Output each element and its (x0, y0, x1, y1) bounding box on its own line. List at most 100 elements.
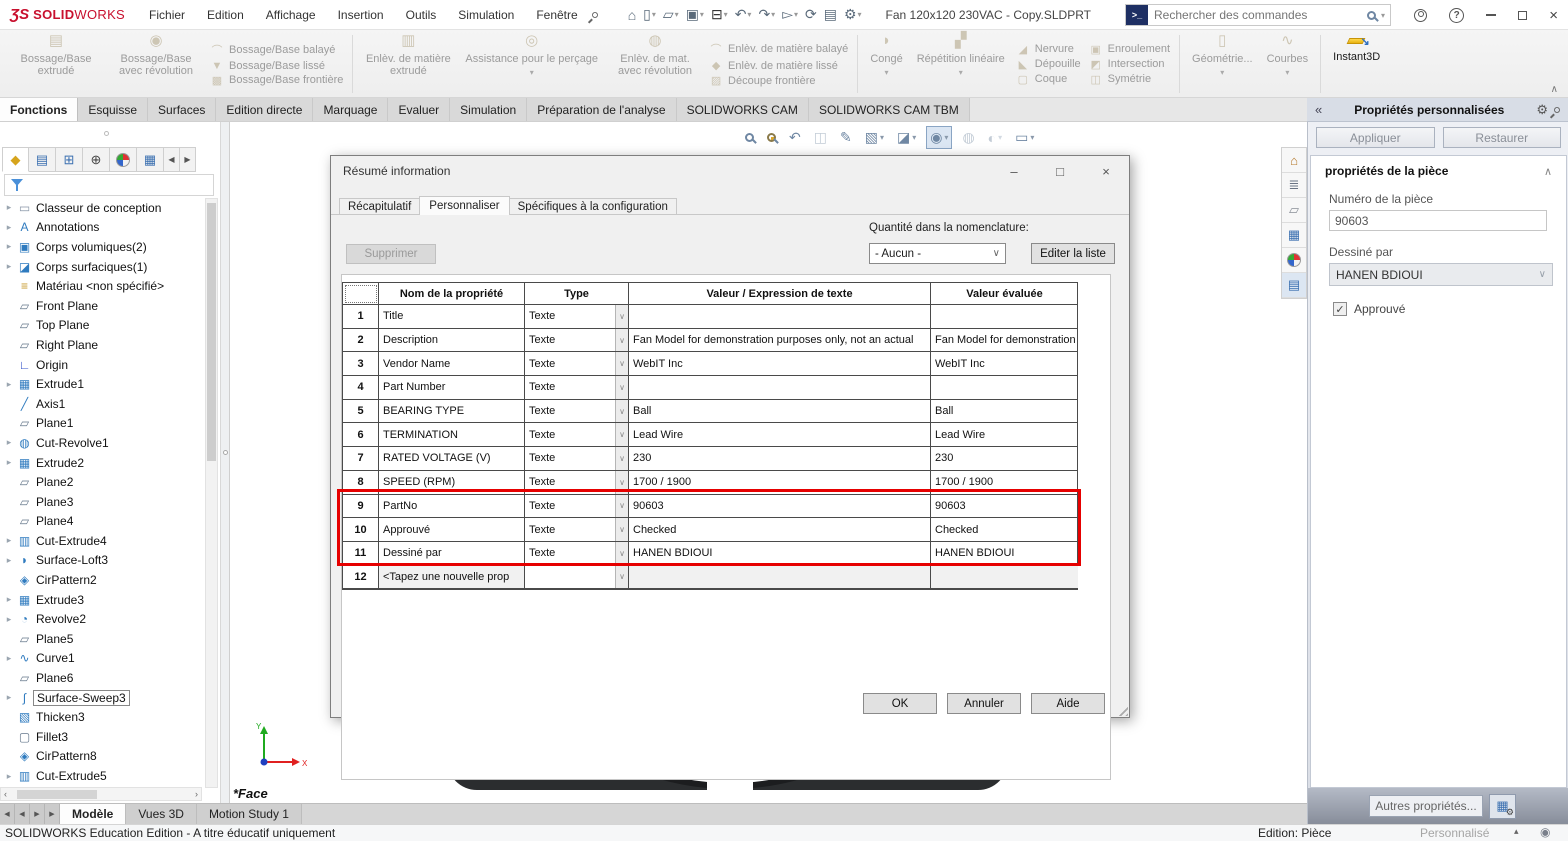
property-value-cell[interactable] (629, 565, 931, 590)
revolved-boss-button[interactable]: ◉ Bossage/Base avec révolution (106, 33, 206, 95)
row-number[interactable]: 4 (343, 376, 379, 400)
command-tab[interactable]: Préparation de l'analyse (527, 98, 677, 121)
print-button[interactable]: ⊟ ▾ (709, 5, 730, 24)
menu-item[interactable]: Edition (207, 8, 244, 22)
feature-tree-item[interactable]: ▱ Plane5 (2, 629, 202, 649)
next-tab-button[interactable]: ▶ (30, 804, 45, 824)
feature-manager-tab[interactable]: ◆ (2, 147, 29, 172)
save-button[interactable]: ▣ ▾ (684, 5, 706, 24)
account-icon[interactable] (1414, 8, 1428, 22)
type-dropdown-icon[interactable]: ∨ (615, 518, 628, 541)
property-value-cell[interactable] (629, 376, 931, 400)
feature-tree-item[interactable]: ▸ ▥ Cut-Extrude5 (2, 766, 202, 786)
command-tab[interactable]: Esquisse (78, 98, 149, 121)
lofted-boss-button[interactable]: ▼ Bossage/Base lissé (210, 60, 343, 72)
dropdown-icon[interactable]: ▾ (1285, 67, 1289, 79)
open-document-button[interactable]: ▱ ▾ (661, 5, 681, 24)
row-number[interactable]: 12 (343, 565, 379, 590)
feature-tree-item[interactable]: ▸ ◗ Surface-Loft3 (2, 551, 202, 571)
curves-button[interactable]: ∿ Courbes ▾ (1260, 33, 1316, 95)
expand-arrow-icon[interactable]: ▸ (2, 771, 16, 782)
feature-tree-item[interactable]: ▸ ▦ Extrude1 (2, 374, 202, 394)
property-value-cell[interactable]: WebIT Inc (629, 352, 931, 377)
property-value-cell[interactable]: Fan Model for demonstration purposes onl… (629, 328, 931, 353)
options-button[interactable]: ⚙ ▾ (842, 5, 864, 24)
gear-icon[interactable]: ⚙ (1536, 102, 1548, 118)
design-library-tab[interactable]: ≣ (1282, 173, 1306, 198)
cancel-button[interactable]: Annuler (947, 693, 1021, 714)
dialog-tab[interactable]: Récapitulatif (339, 198, 421, 215)
property-name-cell[interactable]: BEARING TYPE (379, 399, 525, 424)
type-dropdown-icon[interactable]: ∨ (615, 541, 628, 565)
expand-arrow-icon[interactable]: ▸ (2, 594, 16, 605)
ribbon-collapse-icon[interactable]: ∧ (1551, 84, 1558, 95)
splitter-handle-icon[interactable] (223, 450, 228, 455)
dialog-maximize-button[interactable]: □ (1037, 156, 1083, 186)
property-type-cell[interactable]: Texte ∨ (525, 494, 629, 519)
feature-tree-item[interactable]: ▸ ▥ Cut-Extrude4 (2, 531, 202, 551)
feature-tree-item[interactable]: ▱ Plane6 (2, 668, 202, 688)
type-dropdown-icon[interactable]: ∨ (615, 447, 628, 470)
type-dropdown-icon[interactable]: ∨ (615, 376, 628, 399)
property-value-cell[interactable]: 90603 (629, 494, 931, 519)
pin-panel-icon[interactable] (1552, 105, 1562, 114)
feature-tree-item[interactable]: ▱ Plane3 (2, 492, 202, 512)
file-properties-button[interactable]: ▤ (822, 5, 839, 24)
command-tab[interactable]: Surfaces (148, 98, 217, 121)
row-number[interactable]: 1 (343, 305, 379, 329)
property-type-cell[interactable]: Texte ∨ (525, 352, 629, 377)
property-type-cell[interactable]: Texte ∨ (525, 423, 629, 448)
type-dropdown-icon[interactable]: ∨ (615, 399, 628, 423)
lofted-cut-button[interactable]: ◆ Enlèv. de matière lissé (709, 59, 848, 73)
feature-tree-item[interactable]: ▱ Plane2 (2, 472, 202, 492)
type-dropdown-icon[interactable]: ∨ (615, 305, 628, 328)
property-name-cell[interactable]: TERMINATION (379, 423, 525, 448)
tree-horizontal-scrollbar[interactable]: ‹ › (0, 787, 202, 801)
panel-splitter-handle[interactable] (104, 131, 109, 136)
dropdown-icon[interactable]: ▾ (1030, 133, 1034, 142)
expand-arrow-icon[interactable]: ▸ (2, 653, 16, 664)
shell-button[interactable]: ▢ Coque (1016, 73, 1081, 86)
delete-button[interactable]: Supprimer (346, 244, 436, 264)
swept-boss-button[interactable]: ⌒ Bossage/Base balayé (210, 42, 343, 58)
home-button[interactable]: ⌂ (626, 6, 638, 24)
section-view-button[interactable]: ◫ (811, 127, 830, 148)
feature-tree-item[interactable]: ▱ Right Plane (2, 335, 202, 355)
feature-tree-item[interactable]: ▸ ▭ Classeur de conception (2, 198, 202, 218)
apply-button[interactable]: Appliquer (1316, 127, 1435, 148)
display-style-button[interactable]: ◪ ▾ (894, 127, 919, 148)
menu-item[interactable]: Outils (406, 8, 437, 22)
property-value-cell[interactable]: Lead Wire (629, 423, 931, 448)
previous-view-button[interactable]: ↶ (786, 127, 804, 148)
tree-vertical-scrollbar[interactable] (205, 198, 218, 788)
property-name-cell[interactable]: Vendor Name (379, 352, 525, 377)
feature-tree-item[interactable]: ▱ Plane4 (2, 512, 202, 532)
collapse-panel-icon[interactable]: « (1315, 102, 1322, 117)
panel-splitter[interactable] (220, 122, 230, 803)
property-name-cell[interactable]: PartNo (379, 494, 525, 519)
menu-item[interactable]: Affichage (266, 8, 316, 22)
property-value-cell[interactable]: Checked (629, 518, 931, 542)
dropdown-icon[interactable]: ▾ (944, 133, 948, 142)
command-tab[interactable]: Simulation (450, 98, 528, 121)
search-dropdown-icon[interactable]: ▾ (1376, 11, 1390, 20)
more-properties-button[interactable]: Autres propriétés... (1369, 795, 1483, 817)
edit-appearance-button[interactable]: ◍ (959, 127, 977, 148)
expand-arrow-icon[interactable]: ▸ (2, 614, 16, 625)
feature-tree-item[interactable]: ▱ Front Plane (2, 296, 202, 316)
property-name-cell[interactable]: SPEED (RPM) (379, 470, 525, 495)
command-tab[interactable]: SOLIDWORKS CAM TBM (808, 98, 970, 121)
feature-tree-item[interactable]: ◈ CirPattern2 (2, 570, 202, 590)
scrollbar-thumb[interactable] (207, 203, 216, 461)
feature-tree-item[interactable]: ▢ Fillet3 (2, 727, 202, 747)
feature-tree-item[interactable]: ▱ Top Plane (2, 316, 202, 336)
row-number[interactable]: 2 (343, 328, 379, 353)
property-name-cell[interactable]: Description (379, 328, 525, 353)
property-name-cell[interactable]: <Tapez une nouvelle prop (379, 565, 525, 590)
property-name-cell[interactable]: Dessiné par (379, 541, 525, 566)
property-name-cell[interactable]: Part Number (379, 376, 525, 400)
dialog-resize-grip[interactable] (1115, 703, 1128, 716)
last-tab-button[interactable]: ▶ (45, 804, 60, 824)
dialog-tab[interactable]: Personnaliser (419, 196, 510, 215)
zoom-area-button[interactable] (764, 131, 779, 144)
